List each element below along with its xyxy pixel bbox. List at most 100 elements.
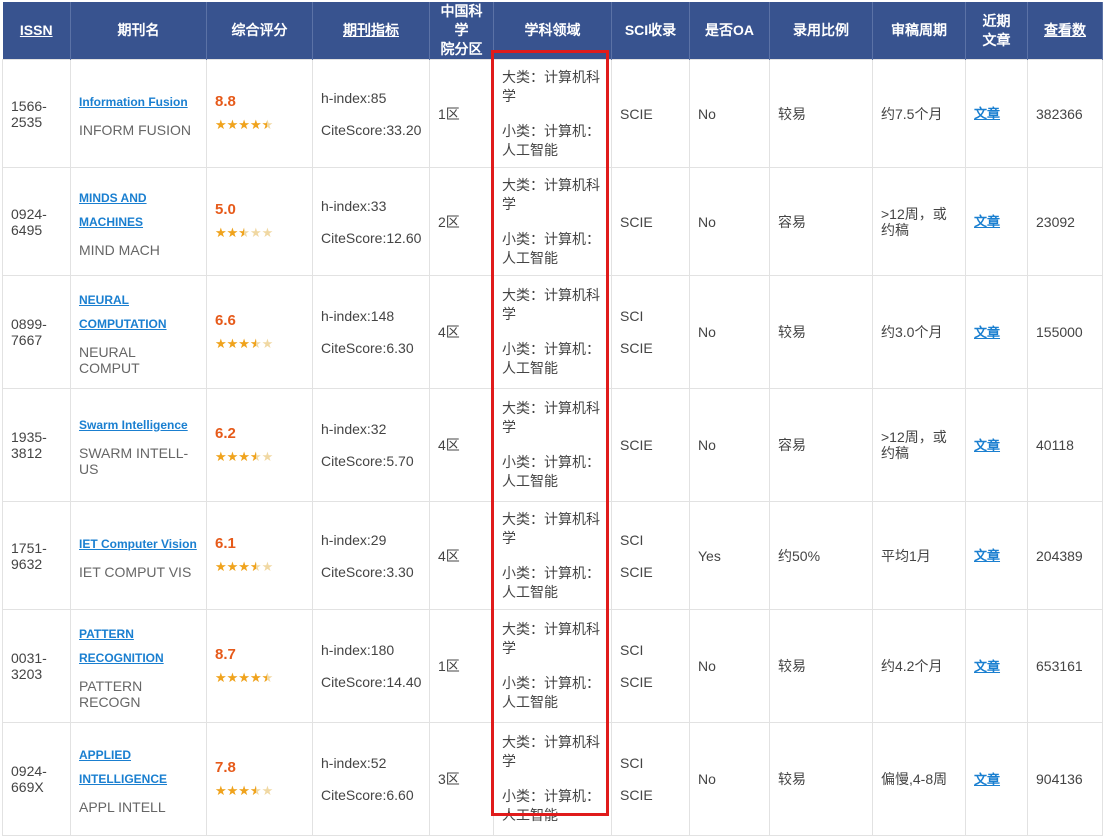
journal-full-name-link[interactable]: IET Computer Vision	[79, 532, 198, 556]
article-cell: 文章	[965, 388, 1028, 502]
header-review: 审稿周期	[872, 2, 966, 60]
article-link[interactable]: 文章	[974, 659, 1000, 674]
subject-cell: 大类：计算机科学 小类：计算机：人工智能	[493, 167, 612, 276]
metrics-cell: h-index:148 CiteScore:6.30	[312, 275, 430, 389]
journal-full-name-link[interactable]: APPLIED INTELLIGENCE	[79, 743, 198, 791]
table-row: 0031- 3203 PATTERN RECOGNITION PATTERN REC…	[2, 609, 1103, 723]
journal-full-name-line[interactable]: PATTERN	[79, 622, 198, 646]
score-cell: 6.1 ★★★★★★★★★★	[206, 501, 313, 610]
star-rating-icon: ★★★★★★★★★★	[215, 335, 274, 351]
header-metrics[interactable]: 期刊指标	[312, 2, 430, 60]
citescore: CiteScore:6.60	[321, 787, 414, 803]
acceptance-cell: 较易	[769, 275, 873, 389]
issn-cell: 1751- 9632	[2, 501, 71, 610]
article-cell: 文章	[965, 167, 1028, 276]
article-cell: 文章	[965, 609, 1028, 723]
score-value: 6.6	[215, 311, 236, 329]
journal-full-name-line[interactable]: MINDS AND	[79, 186, 198, 210]
citescore: CiteScore:5.70	[321, 453, 414, 469]
journal-full-name-link[interactable]: Information Fusion	[79, 90, 198, 114]
review-cell: 偏慢,4-8周	[872, 722, 966, 836]
subject-minor: 小类：计算机：人工智能	[502, 122, 600, 158]
subject-cell: 大类：计算机科学 小类：计算机：人工智能	[493, 388, 612, 502]
cas-zone-cell: 1区	[429, 59, 494, 168]
article-link[interactable]: 文章	[974, 214, 1000, 229]
views-cell: 204389	[1027, 501, 1103, 610]
subject-major: 大类：计算机科学	[502, 400, 600, 435]
issn-cell: 0899- 7667	[2, 275, 71, 389]
table-row: 1566- 2535 Information Fusion INFORM FUSI…	[2, 59, 1103, 168]
subject-minor: 小类：计算机：人工智能	[502, 454, 600, 489]
h-index: h-index:52	[321, 755, 387, 771]
journal-full-name-link[interactable]: MINDS AND MACHINES	[79, 186, 198, 234]
article-cell: 文章	[965, 722, 1028, 836]
score-value: 8.8	[215, 93, 236, 110]
sci-cell: SCI SCIE	[611, 609, 690, 723]
oa-cell: No	[689, 722, 770, 836]
views-cell: 904136	[1027, 722, 1103, 836]
header-views[interactable]: 查看数	[1027, 2, 1103, 60]
header-acceptance: 录用比例	[769, 2, 873, 60]
journal-abbreviation: SWARM INTELL-US	[79, 445, 189, 477]
journal-full-name-line[interactable]: IET Computer Vision	[79, 532, 198, 556]
subject-cell: 大类：计算机科学 小类：计算机：人工智能	[493, 59, 612, 168]
article-link[interactable]: 文章	[974, 772, 1000, 787]
metrics-cell: h-index:85 CiteScore:33.20	[312, 59, 430, 168]
subject-major: 大类：计算机科学	[502, 68, 600, 104]
journal-abbreviation: MIND MACH	[79, 241, 160, 258]
score-cell: 5.0 ★★★★★★★★★★	[206, 167, 313, 276]
journal-full-name-line[interactable]: INTELLIGENCE	[79, 767, 198, 791]
journal-full-name-line[interactable]: MACHINES	[79, 210, 198, 234]
views-cell: 23092	[1027, 167, 1103, 276]
subject-cell: 大类：计算机科学 小类：计算机：人工智能	[493, 609, 612, 723]
table-row: 1935- 3812 Swarm Intelligence SWARM INTEL…	[2, 388, 1103, 502]
oa-cell: Yes	[689, 501, 770, 610]
subject-cell: 大类：计算机科学 小类：计算机：人工智能	[493, 501, 612, 610]
review-cell: >12周，或约稿	[872, 388, 966, 502]
journal-full-name-link[interactable]: Swarm Intelligence	[79, 413, 198, 437]
star-rating-icon: ★★★★★★★★★★	[215, 117, 274, 132]
sci-index: SCIE	[620, 340, 653, 356]
table-row: 0899- 7667 NEURAL COMPUTATION NEURAL COMPU…	[2, 275, 1103, 389]
subject-cell: 大类：计算机科学 小类：计算机：人工智能	[493, 275, 612, 389]
issn-cell: 1935- 3812	[2, 388, 71, 502]
article-link[interactable]: 文章	[974, 106, 1000, 121]
sci-index: SCI	[620, 755, 644, 771]
journal-full-name-link[interactable]: NEURAL COMPUTATION	[79, 288, 198, 336]
article-link[interactable]: 文章	[974, 325, 1000, 340]
journal-name-cell: NEURAL COMPUTATION NEURAL COMPUT	[70, 275, 207, 389]
subject-minor: 小类：计算机：人工智能	[502, 564, 600, 600]
journal-full-name-line[interactable]: Swarm Intelligence	[79, 413, 198, 437]
journal-full-name-line[interactable]: Information Fusion	[79, 90, 198, 114]
score-cell: 7.8 ★★★★★★★★★★	[206, 722, 313, 836]
journal-full-name-line[interactable]: APPLIED	[79, 743, 198, 767]
table-row: 0924- 6495 MINDS AND MACHINES MIND MACH 5.…	[2, 167, 1103, 276]
score-cell: 6.6 ★★★★★★★★★★	[206, 275, 313, 389]
journal-name-cell: Information Fusion INFORM FUSION	[70, 59, 207, 168]
star-rating-icon: ★★★★★★★★★★	[215, 782, 274, 798]
metrics-cell: h-index:180 CiteScore:14.40	[312, 609, 430, 723]
journal-abbreviation: INFORM FUSION	[79, 121, 191, 138]
star-rating-icon: ★★★★★★★★★★	[215, 559, 274, 574]
journal-full-name-link[interactable]: PATTERN RECOGNITION	[79, 622, 198, 670]
score-cell: 8.7 ★★★★★ ★★★★★	[206, 609, 313, 723]
header-row: ISSN 期刊名 综合评分 期刊指标 中国科学 院分区 学科领域 SCI收录 是否…	[2, 2, 1103, 60]
sci-index: SCI	[620, 308, 644, 324]
journal-full-name-line[interactable]: NEURAL	[79, 288, 198, 312]
sci-cell: SCI SCIE	[611, 275, 690, 389]
journal-full-name-line[interactable]: RECOGNITION	[79, 646, 198, 670]
oa-cell: No	[689, 167, 770, 276]
subject-minor: 小类：计算机：人工智能	[502, 341, 600, 376]
article-link[interactable]: 文章	[974, 438, 1000, 453]
header-issn[interactable]: ISSN	[2, 2, 71, 60]
article-link[interactable]: 文章	[974, 548, 1000, 563]
table-row: 0924- 669X APPLIED INTELLIGENCE APPL INTEL…	[2, 722, 1103, 836]
subject-cell: 大类：计算机科学 小类：计算机：人工智能	[493, 722, 612, 836]
sci-index: SCIE	[620, 213, 653, 230]
journal-full-name-line[interactable]: COMPUTATION	[79, 312, 198, 336]
header-recent: 近期 文章	[965, 2, 1028, 60]
header-subject: 学科领域	[493, 2, 612, 60]
review-cell: >12周，或约稿	[872, 167, 966, 276]
oa-cell: No	[689, 275, 770, 389]
sci-index: SCIE	[620, 437, 653, 453]
